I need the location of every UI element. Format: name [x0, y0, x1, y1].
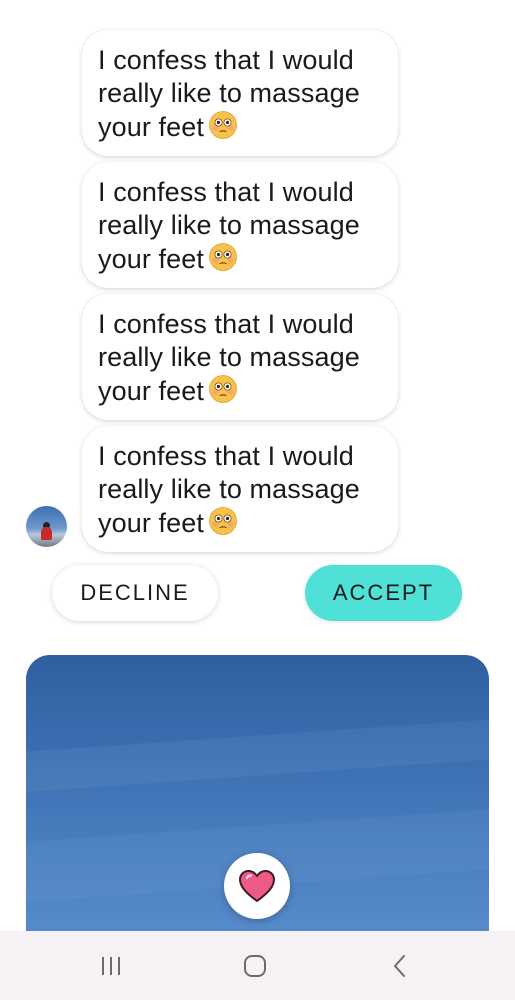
decline-button[interactable]: DECLINE: [52, 565, 218, 621]
flushed-face-icon: [209, 243, 237, 271]
message-bubble: I confess that I would really like to ma…: [82, 30, 398, 156]
message-bubble: I confess that I would really like to ma…: [82, 426, 398, 552]
sender-avatar[interactable]: [26, 506, 67, 547]
home-icon: [244, 955, 266, 977]
heart-icon: [239, 870, 275, 902]
flushed-face-icon: [209, 111, 237, 139]
recent-apps-icon: [102, 957, 120, 975]
message-bubble: I confess that I would really like to ma…: [82, 162, 398, 288]
message-bubble: I confess that I would really like to ma…: [82, 294, 398, 420]
back-icon: [394, 955, 405, 977]
chat-screen: I confess that I would really like to ma…: [0, 0, 515, 1000]
accept-button[interactable]: ACCEPT: [305, 565, 462, 621]
system-navigation-bar: [0, 931, 515, 1000]
sky-haze: [26, 716, 489, 794]
like-button[interactable]: [224, 853, 290, 919]
back-button[interactable]: [380, 949, 420, 983]
recent-apps-button[interactable]: [91, 949, 131, 983]
home-button[interactable]: [235, 949, 275, 983]
flushed-face-icon: [209, 507, 237, 535]
avatar-figure: [41, 527, 52, 540]
flushed-face-icon: [209, 375, 237, 403]
